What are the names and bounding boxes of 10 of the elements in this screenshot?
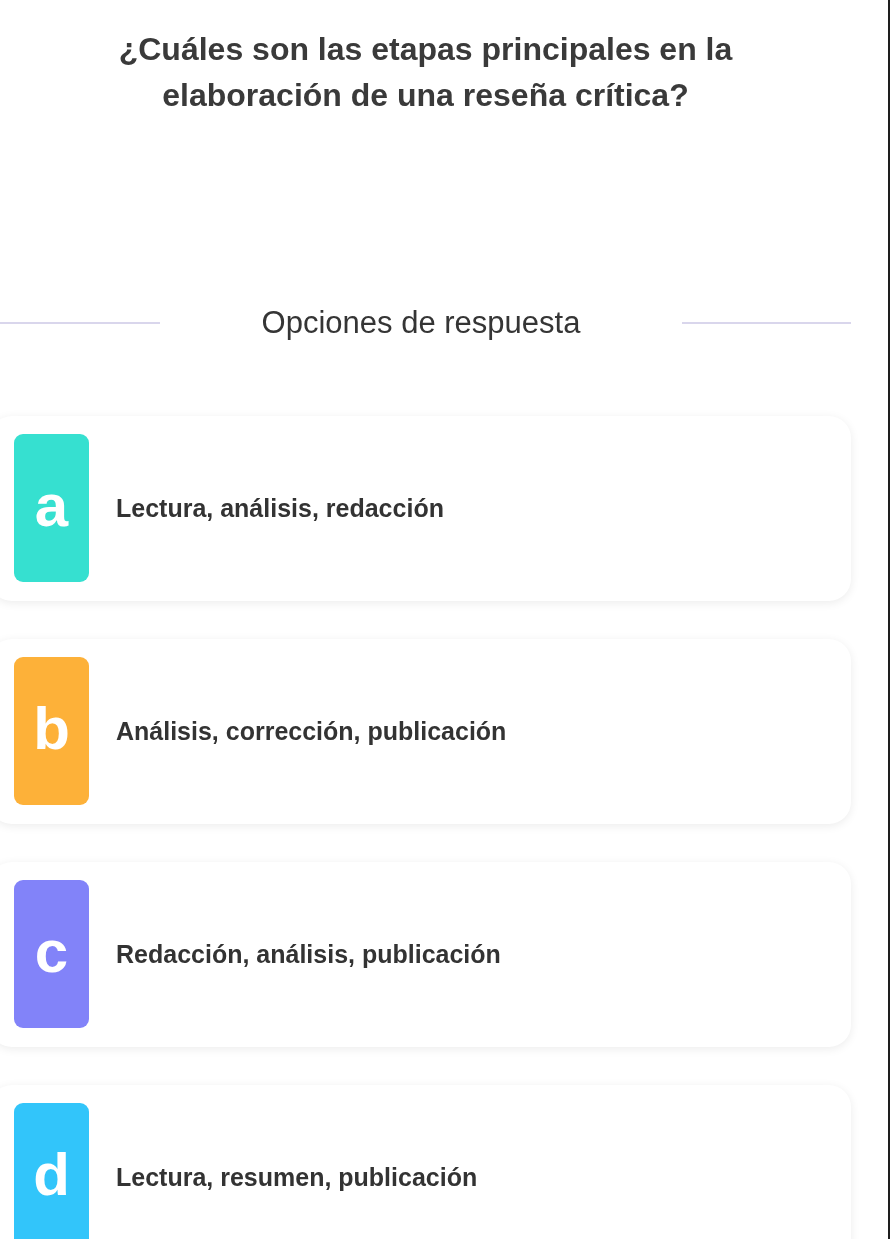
option-letter: c <box>14 880 89 1028</box>
answer-option[interactable]: a Lectura, análisis, redacción <box>0 416 851 601</box>
question-text: ¿Cuáles son las etapas principales en la elaboración de una reseña crítica? <box>117 30 734 115</box>
option-letter: b <box>14 657 89 805</box>
option-letter: a <box>14 434 89 582</box>
answer-option[interactable]: b Análisis, corrección, publicación <box>0 639 851 824</box>
answer-option[interactable]: d Lectura, resumen, publicación <box>0 1085 851 1239</box>
option-letter: d <box>14 1103 89 1239</box>
section-heading: Opciones de respuesta <box>260 304 582 342</box>
answer-option[interactable]: c Redacción, análisis, publicación <box>0 862 851 1047</box>
